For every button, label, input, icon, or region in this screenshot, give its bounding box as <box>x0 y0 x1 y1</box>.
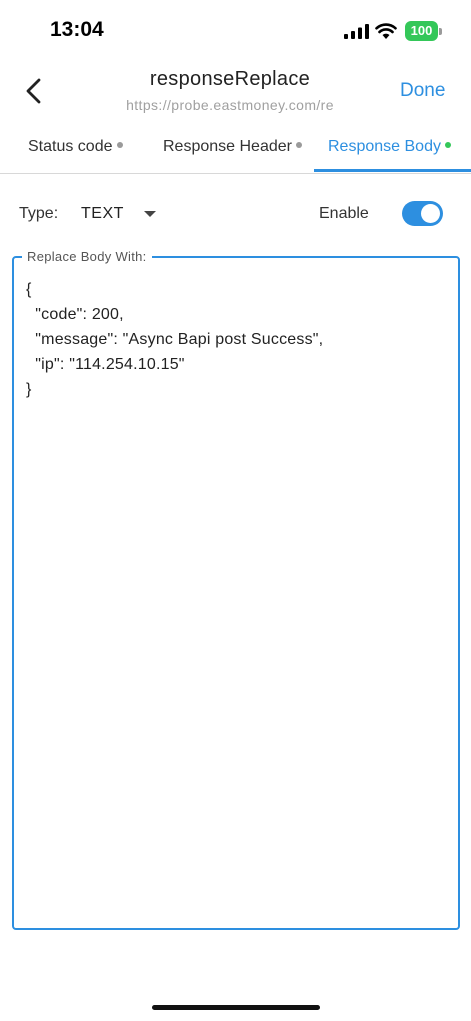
enable-label: Enable <box>319 205 369 222</box>
status-time: 13:04 <box>50 18 104 41</box>
home-indicator[interactable] <box>152 1005 320 1010</box>
caret-down-icon[interactable] <box>143 210 157 218</box>
wifi-icon <box>375 23 397 39</box>
back-button[interactable] <box>18 74 52 108</box>
battery-nub <box>439 28 442 35</box>
type-label: Type: <box>19 205 59 222</box>
tab-label: Status code <box>28 138 113 155</box>
replace-body-label: Replace Body With: <box>22 249 152 264</box>
cellular-signal-icon <box>344 24 369 39</box>
page-subtitle-url: https://probe.eastmoney.com/re <box>126 97 334 113</box>
active-tab-indicator <box>314 169 471 172</box>
tab-response-body[interactable]: Response Body <box>328 138 451 156</box>
tab-status-dot <box>116 141 123 148</box>
page-title: responseReplace <box>149 68 311 90</box>
tab-status-code[interactable]: Status code <box>28 138 123 156</box>
tab-status-dot <box>444 141 451 148</box>
tab-label: Response Header <box>163 138 292 155</box>
replace-body-content[interactable]: { "code": 200, "message": "Async Bapi po… <box>26 277 446 402</box>
done-button[interactable]: Done <box>400 80 445 102</box>
battery-icon: 100 <box>405 21 438 41</box>
tab-bar: Status code Response Header Response Bod… <box>0 128 471 174</box>
type-select[interactable]: TEXT <box>81 205 124 223</box>
status-bar: 13:04 100 <box>0 0 471 60</box>
tab-status-dot <box>295 141 302 148</box>
tab-label: Response Body <box>328 138 441 155</box>
toggle-knob <box>421 204 440 223</box>
enable-toggle[interactable] <box>402 201 443 226</box>
tab-response-header[interactable]: Response Header <box>163 138 302 156</box>
